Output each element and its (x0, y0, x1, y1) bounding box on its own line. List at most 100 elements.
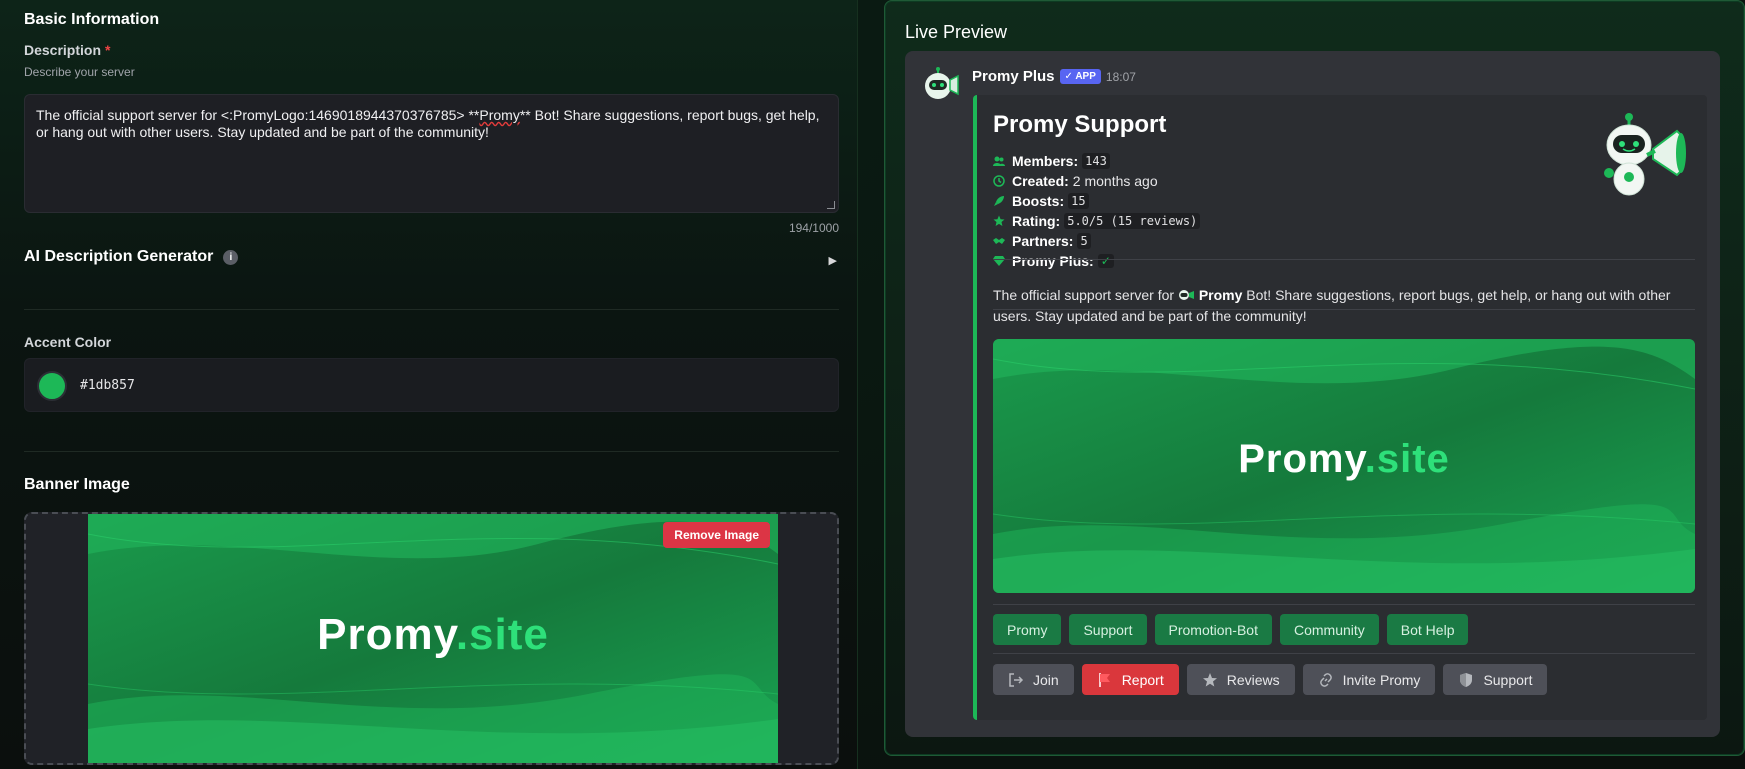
message-timestamp: 18:07 (1105, 70, 1136, 84)
star-icon (993, 215, 1005, 226)
shield-icon (1460, 672, 1473, 687)
embed-desc-part1: The official support server for (993, 287, 1175, 303)
stat-created: Created: 2 months ago (993, 171, 1200, 191)
live-preview-panel: Live Preview Promy Plus ✓ APP 18:07 Promy … (884, 0, 1745, 756)
boosts-value: 15 (1068, 193, 1089, 209)
embed-banner-image[interactable]: Promy.site (993, 339, 1695, 593)
description-label-text: Description (24, 42, 102, 58)
embed-divider (993, 259, 1695, 260)
support-label: Support (1483, 671, 1533, 688)
stat-boosts: Boosts: 15 (993, 191, 1200, 211)
rocket-icon (994, 196, 1004, 206)
members-label: Members: (1012, 153, 1079, 169)
stat-promy-plus: Promy Plus: ✓ (993, 251, 1200, 271)
robot-megaphone-icon (1604, 113, 1686, 196)
spellcheck-word: Promy (479, 107, 520, 123)
tag-button[interactable]: Community (1279, 614, 1379, 645)
link-icon (1319, 672, 1332, 687)
author-name[interactable]: Promy Plus (972, 68, 1055, 85)
description-hint: Describe your server (24, 65, 135, 79)
rating-value: 5.0/5 (15 reviews) (1064, 213, 1201, 229)
ai-description-generator-toggle[interactable]: AI Description Generator i ▶ (24, 248, 839, 278)
info-icon[interactable]: i (223, 250, 239, 265)
clock-icon (993, 175, 1005, 187)
join-icon (1009, 672, 1024, 687)
banner-dropzone[interactable]: Promy.site Remove Image (24, 512, 839, 765)
server-stats: Members: 143 Created: 2 months ago Boosts:… (993, 151, 1201, 271)
divider (24, 451, 839, 452)
color-swatch[interactable] (37, 371, 67, 401)
partners-label: Partners: (1012, 233, 1074, 249)
report-label: Report (1121, 671, 1164, 688)
message-author-line: Promy Plus ✓ APP 18:07 (972, 68, 1136, 85)
invite-label: Invite Promy (1342, 671, 1421, 688)
tag-buttons: Promy Support Promotion-Bot Community Bo… (993, 614, 1469, 645)
embed-divider (993, 604, 1695, 605)
promy-logo-icon (1178, 290, 1194, 300)
server-settings-panel: Basic Information Description * Describe … (0, 0, 858, 769)
divider (24, 309, 839, 310)
embed-banner-wordmark: Promy.site (993, 437, 1695, 482)
reviews-button[interactable]: Reviews (1186, 664, 1295, 695)
reviews-label: Reviews (1226, 671, 1280, 688)
stat-rating: Rating: 5.0/5 (15 reviews) (993, 211, 1201, 231)
discord-message: Promy Plus ✓ APP 18:07 Promy Support Mem… (905, 51, 1720, 737)
server-embed: Promy Support Members: 143 Created: 2 mo… (973, 95, 1707, 720)
embed-title: Promy Support (993, 111, 1167, 138)
embed-description: The official support server for Promy Bo… (993, 285, 1693, 327)
character-counter: 194/1000 (788, 221, 839, 235)
members-icon (993, 156, 1005, 166)
accent-color-label: Accent Color (24, 334, 112, 350)
basic-information-heading: Basic Information (24, 11, 160, 28)
accent-color-picker[interactable]: #1db857 (24, 358, 839, 412)
expand-caret-icon[interactable]: ▶ (829, 254, 837, 267)
robot-icon (925, 67, 959, 99)
stat-members: Members: 143 (993, 151, 1200, 171)
tag-button[interactable]: Promotion-Bot (1154, 614, 1272, 645)
banner-image: Promy.site Remove Image (88, 514, 778, 763)
star-icon (1202, 672, 1217, 686)
embed-desc-bold: Promy (1198, 287, 1243, 303)
banner-wordmark-suffix: .site (455, 610, 549, 659)
report-button[interactable]: Report (1081, 664, 1179, 695)
embed-banner-wordmark-suffix: .site (1364, 437, 1450, 481)
bot-avatar (920, 66, 962, 106)
description-label: Description * (24, 42, 110, 58)
created-label: Created: (1012, 173, 1069, 189)
members-value: 143 (1082, 153, 1110, 169)
banner-wordmark: Promy.site (88, 610, 778, 660)
tag-button[interactable]: Support (1069, 614, 1147, 645)
flag-icon (1098, 672, 1110, 687)
join-label: Join (1033, 671, 1059, 688)
embed-banner-wordmark-main: Promy (1238, 437, 1365, 481)
check-icon: ✓ (1097, 254, 1114, 268)
tag-button[interactable]: Promy (993, 614, 1062, 645)
invite-button[interactable]: Invite Promy (1302, 664, 1436, 695)
app-badge: ✓ APP (1059, 69, 1101, 84)
stat-partners: Partners: 5 (993, 231, 1200, 251)
description-textarea[interactable]: The official support server for <:PromyL… (24, 94, 839, 213)
ai-description-heading: AI Description Generator (24, 248, 214, 265)
action-buttons: Join Report Reviews Invite Promy Support (993, 664, 1548, 695)
tag-button[interactable]: Bot Help (1386, 614, 1469, 645)
description-text-part1: The official support server for <:PromyL… (36, 107, 480, 123)
accent-hex-value[interactable]: #1db857 (80, 378, 135, 393)
join-button[interactable]: Join (993, 664, 1074, 695)
support-button[interactable]: Support (1443, 664, 1548, 695)
embed-divider (993, 309, 1695, 310)
banner-wordmark-main: Promy (317, 610, 456, 659)
remove-image-button[interactable]: Remove Image (663, 522, 770, 548)
partners-value: 5 (1077, 233, 1091, 249)
required-mark: * (105, 42, 111, 58)
app-badge-text: APP (1075, 71, 1096, 82)
gem-icon (993, 256, 1005, 266)
embed-thumbnail (1597, 113, 1693, 203)
embed-divider (993, 653, 1695, 654)
created-value: 2 months ago (1072, 173, 1158, 189)
rating-label: Rating: (1012, 213, 1061, 229)
boosts-label: Boosts: (1012, 193, 1065, 209)
promy-plus-label: Promy Plus: (1012, 253, 1094, 269)
handshake-icon (993, 238, 1005, 244)
banner-image-heading: Banner Image (24, 476, 130, 493)
resize-handle[interactable] (827, 201, 835, 209)
